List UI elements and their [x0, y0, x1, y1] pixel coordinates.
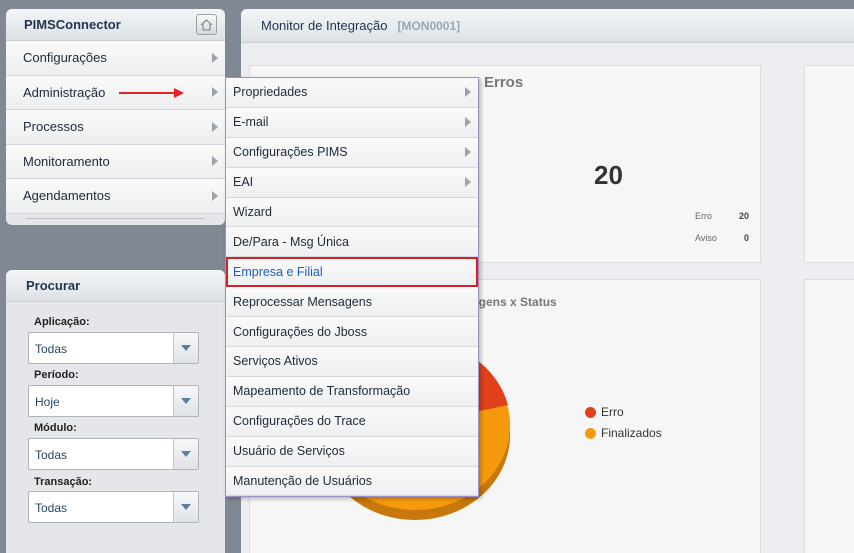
- submenu-item-trace[interactable]: Configurações do Trace: [226, 406, 478, 437]
- nav-item-administracao[interactable]: Administração: [6, 75, 225, 110]
- chevron-down-icon[interactable]: [173, 386, 198, 416]
- period-value: Hoje: [35, 395, 60, 409]
- chevron-right-icon: [212, 87, 218, 98]
- application-label: Aplicação:: [34, 316, 90, 328]
- app-title: PIMSConnector: [24, 17, 121, 32]
- legend-label: Erro: [601, 405, 624, 419]
- period-label: Período:: [34, 369, 79, 381]
- submenu-item-reprocessar[interactable]: Reprocessar Mensagens: [226, 287, 478, 318]
- legend-dot: [585, 427, 596, 439]
- divider: [26, 218, 205, 219]
- nav-item-configuracoes[interactable]: Configurações: [6, 41, 225, 76]
- legend-dot: [585, 406, 596, 418]
- search-header: Procurar: [6, 270, 225, 302]
- side-card-top: [804, 65, 854, 263]
- errors-total: 20: [594, 160, 623, 190]
- legend-item-erro: Erro: [585, 405, 624, 419]
- submenu-item-label: Configurações do Trace: [233, 414, 366, 429]
- submenu-item-label: Propriedades: [233, 85, 308, 100]
- submenu-item-label: Serviços Ativos: [233, 354, 318, 369]
- warning-label: Aviso: [695, 233, 717, 243]
- chart-title: agens x Status: [472, 295, 557, 309]
- chevron-right-icon: [212, 52, 218, 63]
- chevron-down-icon[interactable]: [173, 492, 198, 522]
- submenu-item-label: Configurações do Jboss: [233, 324, 368, 339]
- chevron-right-icon: [212, 190, 218, 201]
- submenu-item-empresa-filial[interactable]: Empresa e Filial: [226, 257, 478, 288]
- submenu-item-email[interactable]: E-mail: [226, 107, 478, 138]
- period-select[interactable]: Hoje: [28, 385, 199, 417]
- nav-item-label: Configurações: [23, 50, 107, 66]
- legend-item-finalizados: Finalizados: [585, 426, 662, 440]
- submenu-item-eai[interactable]: EAI: [226, 167, 478, 198]
- chevron-down-icon[interactable]: [173, 439, 198, 469]
- nav-item-monitoramento[interactable]: Monitoramento: [6, 144, 225, 179]
- submenu-item-jboss[interactable]: Configurações do Jboss: [226, 317, 478, 348]
- submenu-item-configuracoes-pims[interactable]: Configurações PIMS: [226, 137, 478, 168]
- submenu-item-label: Reprocessar Mensagens: [233, 294, 372, 309]
- nav-header: PIMSConnector: [6, 9, 225, 41]
- page-title: Monitor de Integração: [261, 18, 388, 33]
- submenu-item-de-para[interactable]: De/Para - Msg Única: [226, 227, 478, 258]
- red-arrow-annotation: [119, 87, 184, 98]
- administracao-submenu: Propriedades E-mail Configurações PIMS E…: [225, 77, 479, 497]
- error-value: 20: [739, 211, 750, 221]
- chevron-right-icon: [465, 177, 471, 188]
- nav-item-label: Processos: [23, 119, 84, 135]
- nav-item-agendamentos[interactable]: Agendamentos: [6, 179, 225, 214]
- nav-panel: PIMSConnector Configurações Administraçã…: [6, 9, 225, 225]
- search-title: Procurar: [26, 278, 81, 293]
- errors-title: Erros: [484, 74, 524, 91]
- application-select[interactable]: Todas: [28, 332, 199, 364]
- chevron-right-icon: [465, 117, 471, 128]
- submenu-item-label: Empresa e Filial: [233, 265, 323, 280]
- main-header: Monitor de Integração [MON0001]: [241, 9, 854, 43]
- nav-item-label: Administração: [23, 84, 106, 100]
- nav-item-label: Agendamentos: [23, 188, 111, 204]
- search-panel: Procurar Aplicação: Todas Período: Hoje …: [6, 270, 225, 553]
- submenu-item-servicos-ativos[interactable]: Serviços Ativos: [226, 347, 478, 377]
- transaction-label: Transação:: [34, 476, 93, 488]
- submenu-item-label: Mapeamento de Transformação: [233, 384, 411, 399]
- submenu-item-label: Usuário de Serviços: [233, 444, 345, 459]
- transaction-value: Todas: [35, 501, 68, 515]
- home-icon: [200, 18, 213, 31]
- chevron-right-icon: [212, 156, 218, 167]
- submenu-item-manutencao-usuarios[interactable]: Manutenção de Usuários: [226, 466, 478, 497]
- submenu-item-usuario-servicos[interactable]: Usuário de Serviços: [226, 436, 478, 467]
- chevron-down-icon[interactable]: [173, 333, 198, 363]
- transaction-select[interactable]: Todas: [28, 491, 199, 523]
- warning-value: 0: [744, 233, 750, 243]
- submenu-item-label: E-mail: [233, 115, 269, 130]
- side-card-bottom: [804, 279, 854, 553]
- submenu-item-label: De/Para - Msg Única: [233, 234, 350, 249]
- module-label: Módulo:: [34, 422, 77, 434]
- submenu-item-wizard[interactable]: Wizard: [226, 197, 478, 228]
- chevron-right-icon: [212, 121, 218, 132]
- page-code: [MON0001]: [397, 18, 461, 33]
- module-select[interactable]: Todas: [28, 438, 199, 470]
- module-value: Todas: [35, 448, 68, 462]
- error-label: Erro: [695, 211, 713, 221]
- nav-item-label: Monitoramento: [23, 153, 110, 169]
- submenu-item-label: Configurações PIMS: [233, 145, 348, 160]
- chevron-right-icon: [465, 147, 471, 158]
- submenu-item-label: EAI: [233, 175, 254, 190]
- submenu-item-label: Wizard: [233, 205, 272, 219]
- submenu-item-label: Manutenção de Usuários: [233, 474, 372, 489]
- application-value: Todas: [35, 342, 68, 356]
- legend-label: Finalizados: [601, 426, 662, 440]
- chevron-right-icon: [465, 87, 471, 98]
- submenu-item-mapeamento[interactable]: Mapeamento de Transformação: [226, 376, 478, 407]
- submenu-item-propriedades[interactable]: Propriedades: [226, 78, 478, 108]
- home-button[interactable]: [196, 14, 217, 35]
- nav-item-processos[interactable]: Processos: [6, 110, 225, 145]
